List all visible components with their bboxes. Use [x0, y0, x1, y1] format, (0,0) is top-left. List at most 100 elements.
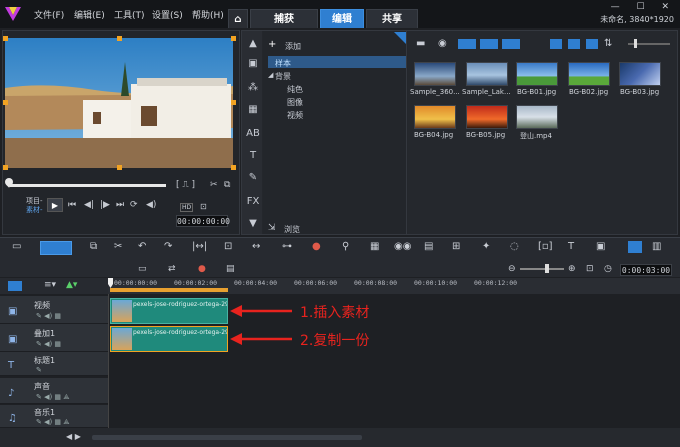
media-thumb[interactable]: [516, 105, 558, 129]
record-capture-icon[interactable]: ●: [312, 241, 321, 252]
track-controls[interactable]: ✎ ◀) ▦ ⟁: [36, 393, 70, 402]
subtitle-icon[interactable]: ▤: [424, 241, 433, 252]
mask-icon[interactable]: ↔: [252, 241, 260, 252]
tree-item-background[interactable]: 背景: [275, 71, 291, 82]
fit-project-icon[interactable]: |↔|: [192, 241, 207, 252]
crop-handle[interactable]: [231, 165, 236, 170]
effect-icon[interactable]: ✦: [482, 241, 490, 252]
list-view-button[interactable]: [550, 39, 562, 49]
player-timecode[interactable]: 00:00:00:00: [176, 215, 230, 227]
mark-in-out-icon[interactable]: [ ⎍ ]: [176, 180, 195, 190]
scroll-thumb[interactable]: [92, 435, 362, 440]
pan-zoom-icon[interactable]: ⊡: [224, 241, 232, 252]
redo-icon[interactable]: ↷: [164, 241, 172, 252]
split-clip-icon[interactable]: ✂: [114, 241, 122, 252]
batch-icon[interactable]: ▣: [596, 241, 605, 252]
undo-icon[interactable]: ↶: [138, 241, 146, 252]
thumbnail-view-button[interactable]: [586, 39, 598, 49]
filter-audio-button[interactable]: [502, 39, 520, 49]
storyboard-view-icon[interactable]: ▭: [12, 241, 21, 252]
track-controls[interactable]: ✎ ◀) ▦: [36, 312, 61, 320]
scroll-arrows-icon[interactable]: ◀ ▶: [66, 432, 81, 441]
media-thumb[interactable]: [466, 105, 508, 129]
add-folder-button[interactable]: 添加: [285, 41, 301, 52]
filter-image-button[interactable]: [480, 39, 498, 49]
slider-knob[interactable]: [634, 39, 637, 48]
track-controls[interactable]: ✎: [36, 366, 42, 374]
crop-handle[interactable]: [117, 165, 122, 170]
next-frame-icon[interactable]: |▶: [100, 200, 110, 210]
hd-badge[interactable]: HD: [180, 203, 194, 212]
record-icon[interactable]: ◉: [438, 38, 447, 49]
volume-icon[interactable]: ◀): [146, 200, 156, 210]
media-icon[interactable]: ▣: [246, 58, 260, 69]
media-thumb[interactable]: [466, 62, 508, 86]
repeat-icon[interactable]: ⟳: [130, 200, 138, 210]
timeline-timecode[interactable]: 0:00:03:00: [620, 264, 672, 276]
tree-item-video[interactable]: 视频: [287, 110, 303, 121]
crop-handle[interactable]: [231, 36, 236, 41]
window-controls[interactable]: — ☐ ✕: [611, 2, 676, 12]
tree-item-image[interactable]: 图像: [287, 97, 303, 108]
tab-capture[interactable]: 捕获: [250, 9, 318, 28]
detail-view-button[interactable]: [568, 39, 580, 49]
media-thumb[interactable]: [568, 62, 610, 86]
chapter-icon[interactable]: ≡▾: [44, 280, 56, 290]
zoom-slider[interactable]: [520, 268, 564, 270]
menu-help[interactable]: 帮助(H): [192, 8, 224, 21]
smart-proxy-icon[interactable]: ▭: [138, 264, 147, 274]
media-thumb[interactable]: [414, 62, 456, 86]
text-icon[interactable]: T: [246, 150, 260, 161]
tab-edit[interactable]: 编辑: [320, 9, 364, 28]
fit-timeline-icon[interactable]: ⊡: [586, 264, 594, 274]
mask-creator-icon[interactable]: ◌: [510, 241, 519, 252]
home-tab[interactable]: ⌂: [228, 9, 248, 28]
enlarge-icon[interactable]: ⧉: [224, 180, 230, 190]
video-clip[interactable]: pexels-jose-rodriguez-ortega-29: [110, 298, 228, 324]
instant-project-icon[interactable]: ⁂: [246, 82, 260, 93]
transition-icon[interactable]: ▦: [246, 104, 260, 115]
clock-icon[interactable]: ◷: [604, 264, 612, 274]
copy-attributes-icon[interactable]: ⧉: [90, 241, 97, 252]
text-tool-icon[interactable]: T: [568, 241, 574, 252]
settings-button[interactable]: [628, 241, 642, 253]
graphic-icon[interactable]: ✎: [246, 172, 260, 183]
play-button[interactable]: ▶: [47, 198, 63, 212]
menu-settings[interactable]: 设置(S): [152, 8, 183, 21]
menu-edit[interactable]: 编辑(E): [74, 8, 105, 21]
title-icon[interactable]: AB: [246, 128, 260, 139]
crop-handle[interactable]: [231, 100, 236, 105]
layout-icon[interactable]: ▥: [652, 241, 661, 252]
media-thumb[interactable]: [619, 62, 661, 86]
add-icon[interactable]: +: [268, 39, 276, 50]
timeline-view-button[interactable]: [40, 241, 72, 255]
tree-expand-icon[interactable]: ◢: [268, 71, 273, 79]
crop-handle[interactable]: [117, 36, 122, 41]
track-motion-icon[interactable]: ⊶: [282, 241, 292, 252]
sort-icon[interactable]: ⇅: [604, 38, 612, 49]
tab-share[interactable]: 共享: [366, 9, 418, 28]
voice-record-icon[interactable]: ●: [198, 264, 206, 274]
media-thumb[interactable]: [516, 62, 558, 86]
tree-item-solid[interactable]: 纯色: [287, 84, 303, 95]
motion-icon[interactable]: ⚲: [342, 241, 349, 252]
track-controls[interactable]: ✎ ◀) ▦: [36, 340, 61, 348]
start-icon[interactable]: ⏮: [68, 200, 76, 210]
filter-video-button[interactable]: [458, 39, 476, 49]
split-icon[interactable]: ✂: [210, 180, 218, 190]
fx-icon[interactable]: FX: [246, 196, 260, 207]
crop-handle[interactable]: [3, 165, 8, 170]
zoom-in-icon[interactable]: ⊕: [568, 264, 576, 274]
menu-tools[interactable]: 工具(T): [114, 8, 145, 21]
track-manager-button[interactable]: [8, 281, 22, 291]
prev-frame-icon[interactable]: ◀|: [84, 200, 94, 210]
browse-icon[interactable]: ⇲: [268, 223, 276, 233]
menu-file[interactable]: 文件(F): [34, 8, 64, 21]
audio-mix-icon[interactable]: ◉◉: [394, 241, 411, 252]
crop-handle[interactable]: [3, 100, 8, 105]
replace-icon[interactable]: ⇄: [168, 264, 176, 274]
zoom-out-icon[interactable]: ⊖: [508, 264, 516, 274]
scroll-down-icon[interactable]: ▼: [246, 218, 260, 229]
track-controls[interactable]: ✎ ◀) ▦ ⟁: [36, 418, 70, 427]
playback-scrubber[interactable]: [10, 184, 166, 187]
